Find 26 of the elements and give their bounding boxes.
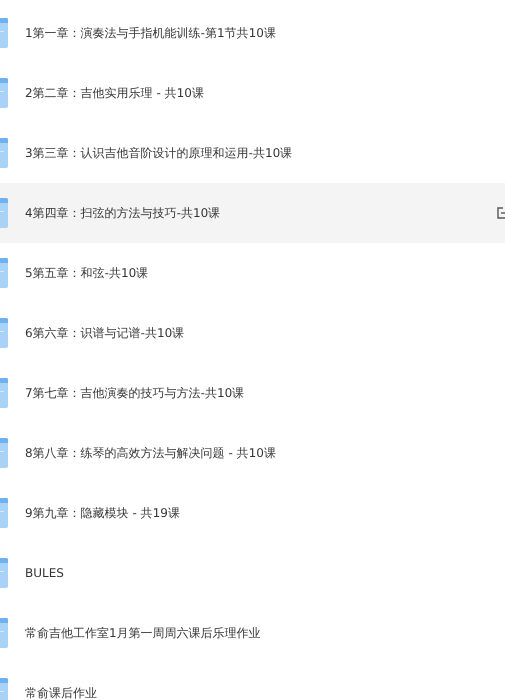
document-icon [0,558,8,588]
file-name[interactable]: BULES [25,566,64,580]
share-icon[interactable] [497,207,505,219]
file-name[interactable]: 5第五章：和弦-共10课 [25,264,148,282]
document-icon [0,618,8,648]
file-name[interactable]: 9第九章：隐藏模块 - 共19课 [25,504,180,522]
file-name[interactable]: 7第七章：吉他演奏的技巧与方法-共10课 [25,384,244,402]
document-icon [0,18,8,48]
file-name[interactable]: 2第二章：吉他实用乐理 - 共10课 [25,84,204,102]
file-name[interactable]: 常俞课后作业 [25,684,97,700]
file-name[interactable]: 3第三章：认识吉他音阶设计的原理和运用-共10课 [25,144,292,162]
document-icon [0,78,8,108]
document-icon [0,138,8,168]
document-icon [0,438,8,468]
document-icon [0,258,8,288]
document-icon [0,318,8,348]
document-icon [0,498,8,528]
document-icon [0,678,8,700]
file-name[interactable]: 8第八章：练琴的高效方法与解决问题 - 共10课 [25,444,276,462]
document-icon [0,198,8,228]
file-name[interactable]: 6第六章：识谱与记谱-共10课 [25,324,184,342]
file-row[interactable]: 4第四章：扫弦的方法与技巧-共10课 [0,183,505,243]
file-name[interactable]: 4第四章：扫弦的方法与技巧-共10课 [25,204,220,222]
file-name[interactable]: 1第一章：演奏法与手指机能训练-第1节共10课 [25,24,276,42]
file-name[interactable]: 常俞吉他工作室1月第一周周六课后乐理作业 [25,624,261,642]
document-icon [0,378,8,408]
